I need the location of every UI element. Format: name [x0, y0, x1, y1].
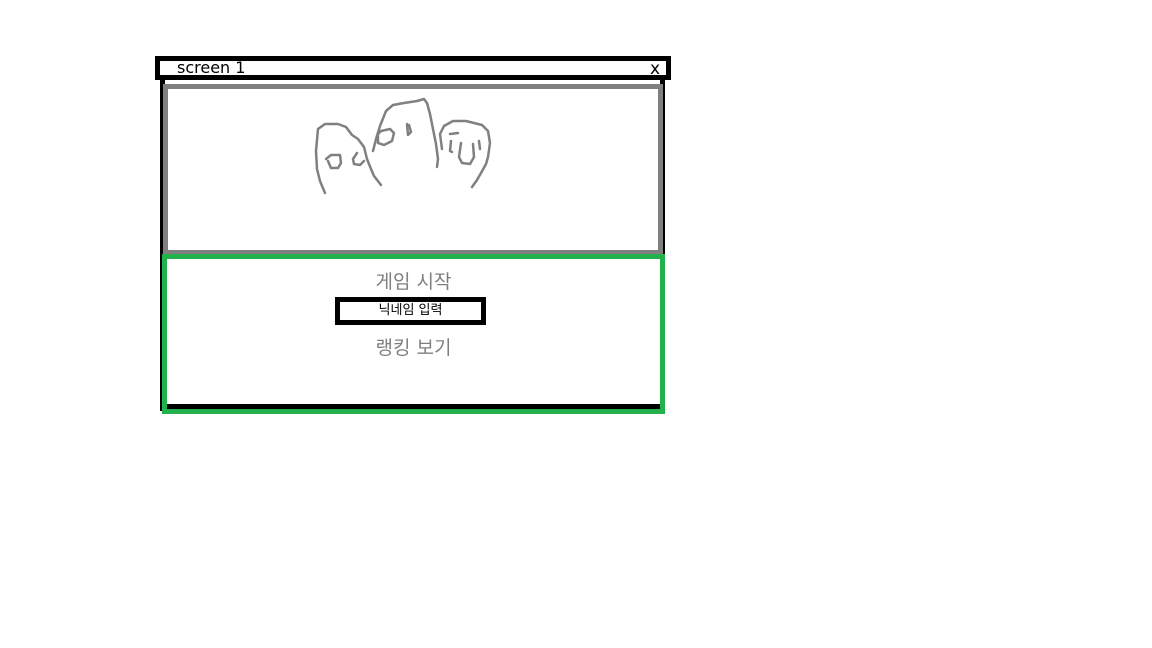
- start-game-button[interactable]: 게임 시작: [167, 267, 660, 294]
- title-image-panel: [163, 84, 663, 255]
- window-title: screen 1: [177, 58, 246, 77]
- window-titlebar: screen 1 x: [155, 56, 671, 80]
- nickname-input[interactable]: 닉네임 입력: [335, 297, 486, 325]
- ghost-doodle-icon: [314, 97, 492, 195]
- menu-bottom-divider: [167, 404, 660, 409]
- view-ranking-button[interactable]: 랭킹 보기: [167, 333, 660, 360]
- close-button[interactable]: x: [650, 58, 660, 80]
- main-menu-panel: 게임 시작 닉네임 입력 랭킹 보기: [162, 254, 665, 414]
